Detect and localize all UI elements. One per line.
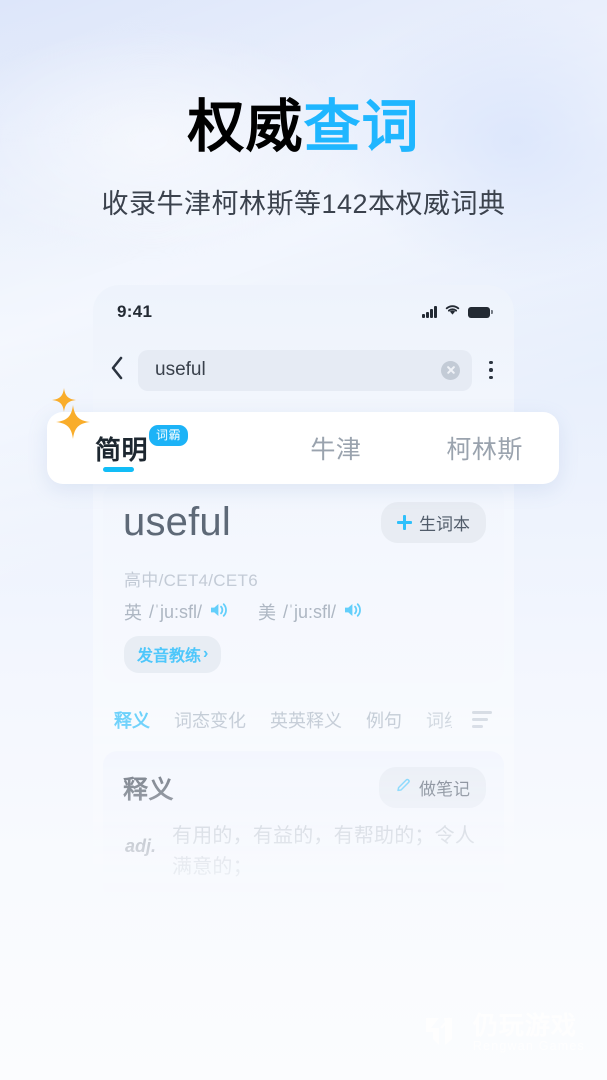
pronunciation-row: 英 /ˈju:sfl/ 美 /ˈju:sfl/: [124, 599, 362, 625]
word-card: useful 生词本 高中/CET4/CET6 英 /ˈju:sfl/ 美 /ˈ…: [103, 484, 504, 683]
watermark-cn: 仍玩游戏: [472, 1012, 577, 1041]
page-title-accent: 查词: [303, 95, 420, 159]
back-button[interactable]: [104, 350, 130, 390]
pronunciation-coach-button[interactable]: 发音教练 ›: [124, 636, 222, 673]
chevron-right-icon: ›: [203, 645, 209, 662]
page-title-primary: 权威: [187, 95, 304, 159]
status-time: 9:41: [117, 302, 153, 321]
definition-text: 有用的，有益的，有帮助的；令人满意的；: [172, 825, 476, 878]
definition-entry: adj. 有用的，有益的，有帮助的；令人满意的；: [125, 821, 484, 883]
definition-card-header: 释义 做笔记: [123, 767, 486, 808]
section-tab-en-definition[interactable]: 英英释义: [270, 707, 342, 733]
speaker-icon[interactable]: [343, 601, 362, 624]
tab-collins-label: 柯林斯: [446, 436, 523, 464]
part-of-speech: adj.: [125, 836, 157, 856]
take-note-button[interactable]: 做笔记: [379, 767, 486, 808]
pronunciation-coach-label: 发音教练: [137, 648, 202, 665]
pronunciation-us[interactable]: 美 /ˈju:sfl/: [258, 599, 362, 625]
signal-bars-icon: [422, 306, 437, 318]
add-to-vocabulary-label: 生词本: [419, 515, 470, 534]
definition-card-title: 释义: [123, 775, 175, 804]
pronunciation-uk-ipa: /ˈju:sfl/: [149, 601, 203, 622]
search-input[interactable]: useful: [138, 349, 472, 391]
tab-collins[interactable]: 柯林斯: [410, 412, 559, 484]
pronunciation-uk[interactable]: 英 /ˈju:sfl/: [124, 599, 228, 625]
pronunciation-us-region: 美: [258, 603, 277, 623]
pronunciation-uk-region: 英: [124, 603, 142, 623]
watermark-text: 仍玩游戏 Rengwan Games: [473, 1014, 585, 1053]
battery-full-icon: [468, 306, 493, 318]
definition-card: 释义 做笔记 adj. 有用的，有益的，有帮助的；令人满意的；: [103, 751, 504, 901]
pencil-icon: [395, 777, 412, 799]
phone-mockup: 9:41 useful useful 生词本 高中/CET4/CET6 英 /ˈ…: [93, 285, 514, 945]
word-card-header: useful 生词本: [123, 500, 486, 545]
page-subtitle: 收录牛津柯林斯等142本权威词典: [101, 189, 506, 219]
active-tab-underline: [103, 467, 134, 472]
chevron-left-icon: [110, 356, 124, 385]
tab-jianming[interactable]: 简明 词霸: [47, 412, 262, 484]
speaker-icon[interactable]: [209, 601, 228, 624]
tab-jianming-label: 简明: [95, 434, 149, 465]
take-note-label: 做笔记: [419, 780, 470, 799]
section-tab-phrases[interactable]: 词组: [426, 707, 452, 733]
rengwan-logo-icon: [419, 1009, 463, 1058]
status-bar: 9:41: [93, 299, 514, 325]
list-lines-icon[interactable]: [472, 711, 492, 728]
status-icon-group: [422, 303, 493, 321]
tab-oxford-label: 牛津: [310, 436, 362, 464]
add-to-vocabulary-button[interactable]: 生词本: [381, 502, 486, 543]
section-tab-bar: 释义 词态变化 英英释义 例句 词组: [103, 703, 504, 737]
clear-circle-icon[interactable]: [441, 360, 460, 380]
section-tab-definition[interactable]: 释义: [114, 707, 150, 733]
watermark-en: Rengwan Games: [472, 1039, 585, 1054]
watermark: 仍玩游戏 Rengwan Games: [419, 1009, 585, 1058]
pronunciation-us-ipa: /ˈju:sfl/: [283, 601, 337, 622]
section-tab-examples[interactable]: 例句: [366, 707, 402, 733]
ciba-badge: 词霸: [149, 425, 189, 446]
kebab-menu-icon[interactable]: [480, 350, 502, 390]
plus-icon: [397, 515, 412, 530]
page-title: 权威查词: [0, 96, 607, 159]
word-headword: useful: [123, 500, 231, 544]
search-input-value: useful: [155, 359, 206, 380]
tab-oxford[interactable]: 牛津: [262, 412, 411, 484]
wifi-icon: [444, 303, 461, 321]
word-level-tags: 高中/CET4/CET6: [124, 571, 258, 590]
dictionary-tab-bar: 简明 词霸 牛津 柯林斯: [47, 412, 559, 484]
search-bar-row: useful: [93, 347, 514, 393]
section-tab-inflection[interactable]: 词态变化: [174, 707, 246, 733]
